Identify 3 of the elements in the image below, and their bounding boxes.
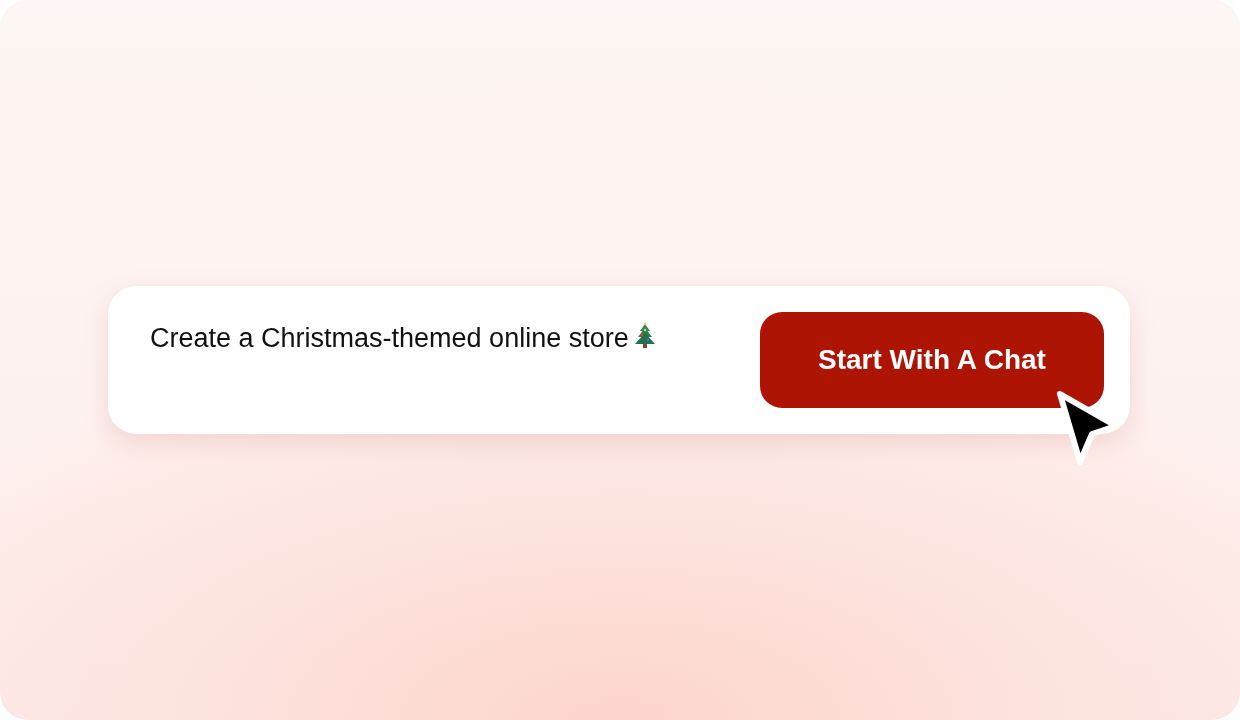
- prompt-text: Create a Christmas-themed online store: [150, 322, 629, 355]
- start-chat-button[interactable]: Start With A Chat: [760, 312, 1104, 408]
- christmas-tree-icon: [632, 321, 657, 349]
